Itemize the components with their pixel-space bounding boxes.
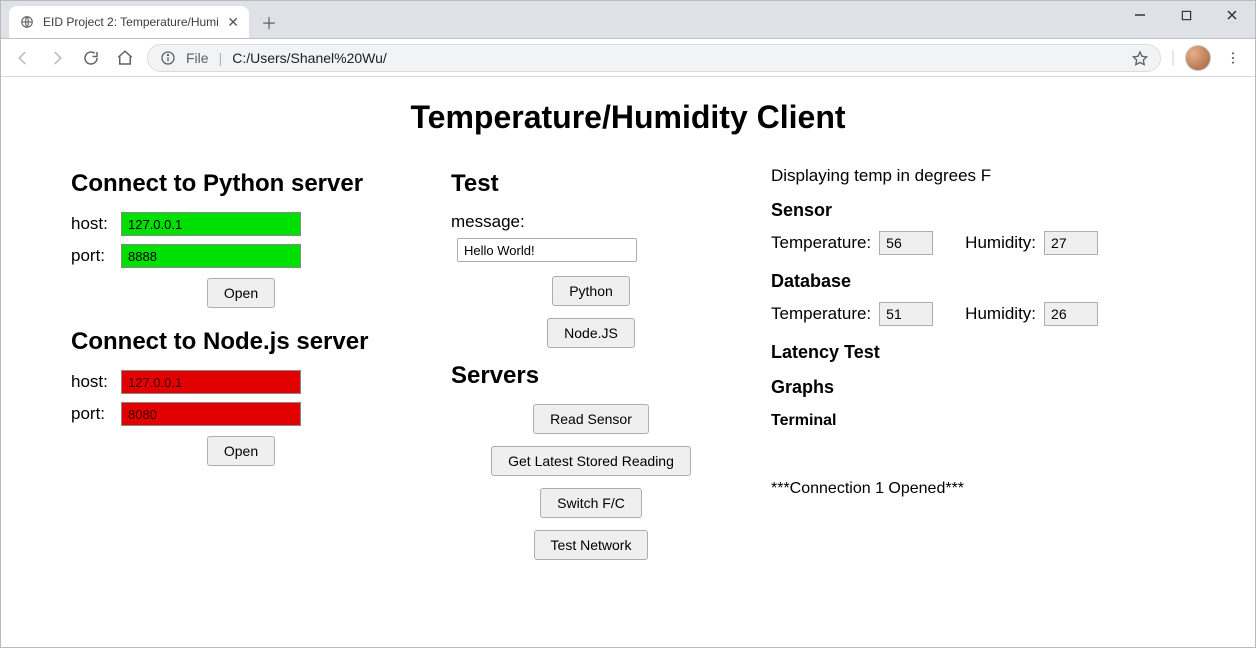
python-port-input[interactable]	[121, 244, 301, 268]
test-servers-column: Test message: Python Node.JS Servers Rea…	[451, 166, 731, 574]
bookmark-icon[interactable]	[1132, 50, 1148, 66]
close-icon[interactable]: ✕	[227, 15, 239, 29]
open-python-button[interactable]: Open	[207, 278, 275, 308]
back-button[interactable]	[11, 46, 35, 70]
reload-button[interactable]	[79, 46, 103, 70]
graphs-heading: Graphs	[771, 377, 1131, 398]
tab-strip: EID Project 2: Temperature/Humi ✕ ＋	[1, 6, 283, 38]
python-host-input[interactable]	[121, 212, 301, 236]
page-content: Temperature/Humidity Client Connect to P…	[1, 77, 1255, 647]
maximize-button[interactable]	[1163, 0, 1209, 30]
db-hum-value	[1044, 302, 1098, 326]
python-host-label: host:	[71, 214, 115, 234]
units-status: Displaying temp in degrees F	[771, 166, 1131, 186]
forward-button[interactable]	[45, 46, 69, 70]
test-python-button[interactable]: Python	[552, 276, 630, 306]
connect-python-heading: Connect to Python server	[71, 170, 411, 198]
page-title: Temperature/Humidity Client	[21, 99, 1235, 136]
close-window-button[interactable]	[1209, 0, 1255, 30]
db-temp-value	[879, 302, 933, 326]
database-heading: Database	[771, 271, 1131, 292]
servers-heading: Servers	[451, 362, 731, 390]
url-path: C:/Users/Shanel%20Wu/	[232, 50, 387, 66]
open-node-button[interactable]: Open	[207, 436, 275, 466]
db-hum-label: Humidity:	[965, 304, 1036, 324]
url-protocol: File	[186, 50, 209, 66]
read-sensor-button[interactable]: Read Sensor	[533, 404, 649, 434]
readings-column: Displaying temp in degrees F Sensor Temp…	[771, 166, 1131, 498]
node-port-label: port:	[71, 404, 115, 424]
connection-column: Connect to Python server host: port: Ope…	[71, 166, 411, 486]
menu-button[interactable]	[1221, 46, 1245, 70]
window-controls	[1117, 0, 1255, 30]
browser-window: EID Project 2: Temperature/Humi ✕ ＋	[0, 0, 1256, 648]
switch-units-button[interactable]: Switch F/C	[540, 488, 642, 518]
latency-heading: Latency Test	[771, 342, 1131, 363]
toolbar: File | C:/Users/Shanel%20Wu/ |	[1, 39, 1255, 77]
sensor-heading: Sensor	[771, 200, 1131, 221]
home-button[interactable]	[113, 46, 137, 70]
connect-node-heading: Connect to Node.js server	[71, 328, 411, 356]
db-temp-label: Temperature:	[771, 304, 871, 324]
titlebar: EID Project 2: Temperature/Humi ✕ ＋	[1, 1, 1255, 39]
minimize-button[interactable]	[1117, 0, 1163, 30]
sensor-hum-value	[1044, 231, 1098, 255]
get-latest-button[interactable]: Get Latest Stored Reading	[491, 446, 691, 476]
address-bar[interactable]: File | C:/Users/Shanel%20Wu/	[147, 44, 1161, 72]
plus-icon: ＋	[261, 10, 277, 34]
terminal-output: ***Connection 1 Opened***	[771, 480, 1131, 498]
info-icon	[160, 50, 176, 66]
browser-tab[interactable]: EID Project 2: Temperature/Humi ✕	[9, 6, 249, 38]
test-nodejs-button[interactable]: Node.JS	[547, 318, 635, 348]
message-input[interactable]	[457, 238, 637, 262]
globe-icon	[19, 14, 35, 30]
terminal-heading: Terminal	[771, 412, 1131, 430]
sensor-temp-label: Temperature:	[771, 233, 871, 253]
sensor-hum-label: Humidity:	[965, 233, 1036, 253]
sensor-temp-value	[879, 231, 933, 255]
avatar[interactable]	[1185, 45, 1211, 71]
test-heading: Test	[451, 170, 731, 198]
message-label: message:	[451, 212, 731, 232]
python-port-label: port:	[71, 246, 115, 266]
node-host-label: host:	[71, 372, 115, 392]
test-network-button[interactable]: Test Network	[534, 530, 649, 560]
new-tab-button[interactable]: ＋	[255, 8, 283, 36]
node-host-input[interactable]	[121, 370, 301, 394]
node-port-input[interactable]	[121, 402, 301, 426]
tab-title: EID Project 2: Temperature/Humi	[43, 15, 219, 29]
